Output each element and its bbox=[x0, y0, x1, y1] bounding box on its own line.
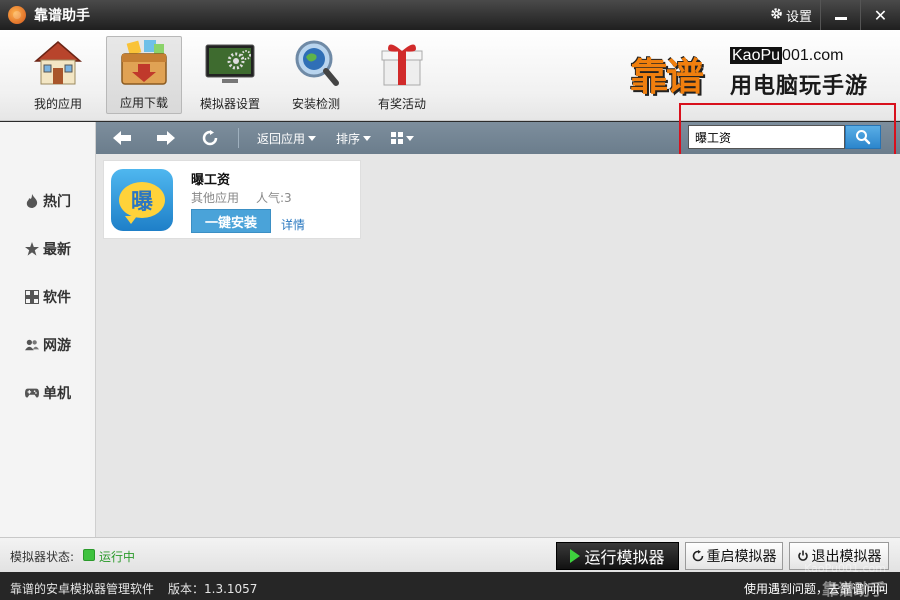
download-box-icon bbox=[118, 40, 170, 88]
app-name: 曝工资 bbox=[191, 173, 231, 188]
chevron-down-icon bbox=[363, 135, 372, 141]
app-icon: 曝 bbox=[111, 169, 173, 231]
star-icon bbox=[25, 242, 39, 256]
power-icon bbox=[797, 550, 808, 561]
emulator-status-value: 运行中 bbox=[99, 550, 136, 564]
monitor-gears-icon bbox=[204, 39, 256, 87]
app-card[interactable]: 曝 曝工资 其他应用 人气:3 一键安装 详情 bbox=[103, 160, 361, 239]
toolbar-install-check[interactable]: 安装检测 bbox=[278, 36, 354, 114]
back-button[interactable] bbox=[100, 122, 144, 154]
toolbar-app-download[interactable]: 应用下载 bbox=[106, 36, 182, 114]
view-grid-icon bbox=[391, 132, 404, 144]
title-bar: 靠谱助手 设置 ✕ bbox=[0, 0, 900, 30]
minimize-icon bbox=[834, 16, 847, 20]
brand-url-prefix: KaoPu bbox=[730, 47, 783, 64]
speech-bubble-icon: 曝 bbox=[119, 182, 165, 224]
house-icon bbox=[32, 39, 84, 87]
grid-icon bbox=[25, 290, 39, 304]
sort-label: 排序 bbox=[336, 131, 361, 146]
settings-button[interactable]: 设置 bbox=[762, 0, 820, 30]
arrow-right-icon bbox=[157, 131, 175, 145]
watermark-text: 靠谱助手 bbox=[821, 580, 886, 599]
toolbar-label: 我的应用 bbox=[33, 97, 82, 111]
run-emulator-label: 运行模拟器 bbox=[584, 548, 665, 567]
refresh-icon bbox=[202, 130, 218, 146]
toolbar-label: 模拟器设置 bbox=[199, 97, 260, 111]
back-to-apps-label: 返回应用 bbox=[257, 131, 306, 146]
toolbar-label: 安装检测 bbox=[291, 97, 340, 111]
app-logo-icon bbox=[8, 6, 26, 24]
watermark-url: KaoPu001.com bbox=[804, 562, 886, 575]
status-indicator-icon bbox=[83, 549, 95, 561]
toolbar-rewards[interactable]: 有奖活动 bbox=[364, 36, 440, 114]
watermark: KaoPu001.com 靠谱助手 bbox=[720, 562, 890, 599]
app-results-area: 曝 曝工资 其他应用 人气:3 一键安装 详情 bbox=[96, 154, 900, 537]
sidebar-item-label: 最新 bbox=[43, 242, 71, 258]
run-emulator-button[interactable]: 运行模拟器 bbox=[556, 542, 679, 570]
brand-url-suffix: 001.com bbox=[782, 47, 844, 64]
sidebar-item-single-player[interactable]: 单机 bbox=[0, 378, 96, 408]
app-description: 靠谱的安卓模拟器管理软件 bbox=[10, 582, 155, 596]
sidebar-item-label: 热门 bbox=[43, 194, 71, 210]
brand-logo-text: 靠谱 bbox=[630, 55, 704, 99]
close-icon: ✕ bbox=[873, 5, 888, 25]
sidebar-item-label: 网游 bbox=[43, 338, 71, 354]
brand-url: KaoPu 001.com bbox=[730, 47, 843, 65]
app-popularity: 人气:3 bbox=[256, 191, 292, 205]
gift-box-icon bbox=[376, 39, 428, 87]
sidebar-item-latest[interactable]: 最新 bbox=[0, 234, 96, 264]
play-icon bbox=[570, 549, 581, 563]
minimize-button[interactable] bbox=[820, 0, 860, 30]
toolbar-label: 有奖活动 bbox=[377, 97, 426, 111]
restart-icon bbox=[692, 550, 703, 562]
app-category: 其他应用 bbox=[191, 191, 240, 205]
chevron-down-icon bbox=[406, 135, 415, 141]
sidebar-item-label: 单机 bbox=[43, 386, 71, 402]
gamepad-icon bbox=[25, 386, 39, 400]
sidebar-item-software[interactable]: 软件 bbox=[0, 282, 96, 312]
sidebar-item-hot[interactable]: 热门 bbox=[0, 186, 96, 216]
details-link[interactable]: 详情 bbox=[281, 216, 305, 233]
settings-label: 设置 bbox=[785, 9, 812, 25]
brand-slogan: 用电脑玩手游 bbox=[730, 74, 869, 99]
view-mode-dropdown[interactable] bbox=[381, 122, 424, 154]
refresh-button[interactable] bbox=[188, 122, 232, 154]
toolbar-emulator-settings[interactable]: 模拟器设置 bbox=[192, 36, 268, 114]
flame-icon bbox=[25, 194, 39, 208]
window-title: 靠谱助手 bbox=[34, 8, 90, 24]
users-icon bbox=[25, 338, 39, 352]
sort-dropdown[interactable]: 排序 bbox=[326, 122, 381, 154]
gear-icon bbox=[770, 7, 783, 24]
emulator-status-label: 模拟器状态: bbox=[10, 550, 75, 564]
close-button[interactable]: ✕ bbox=[860, 0, 900, 30]
one-click-install-button[interactable]: 一键安装 bbox=[191, 209, 271, 233]
forward-button[interactable] bbox=[144, 122, 188, 154]
toolbar-label: 应用下载 bbox=[119, 96, 168, 110]
brand-logo: 靠谱 KaoPu 001.com 用电脑玩手游 bbox=[630, 44, 870, 100]
toolbar-my-apps[interactable]: 我的应用 bbox=[20, 36, 96, 114]
magnifier-globe-icon bbox=[290, 39, 342, 87]
sidebar-item-online-games[interactable]: 网游 bbox=[0, 330, 96, 360]
back-to-apps-dropdown[interactable]: 返回应用 bbox=[247, 122, 326, 154]
category-sidebar: 热门 最新 软件 网游 单机 bbox=[0, 122, 96, 537]
nav-divider bbox=[238, 128, 239, 148]
arrow-left-icon bbox=[113, 131, 131, 145]
version-label: 版本：1.3.1057 bbox=[168, 582, 258, 596]
chevron-down-icon bbox=[308, 135, 317, 141]
sidebar-item-label: 软件 bbox=[43, 290, 71, 306]
